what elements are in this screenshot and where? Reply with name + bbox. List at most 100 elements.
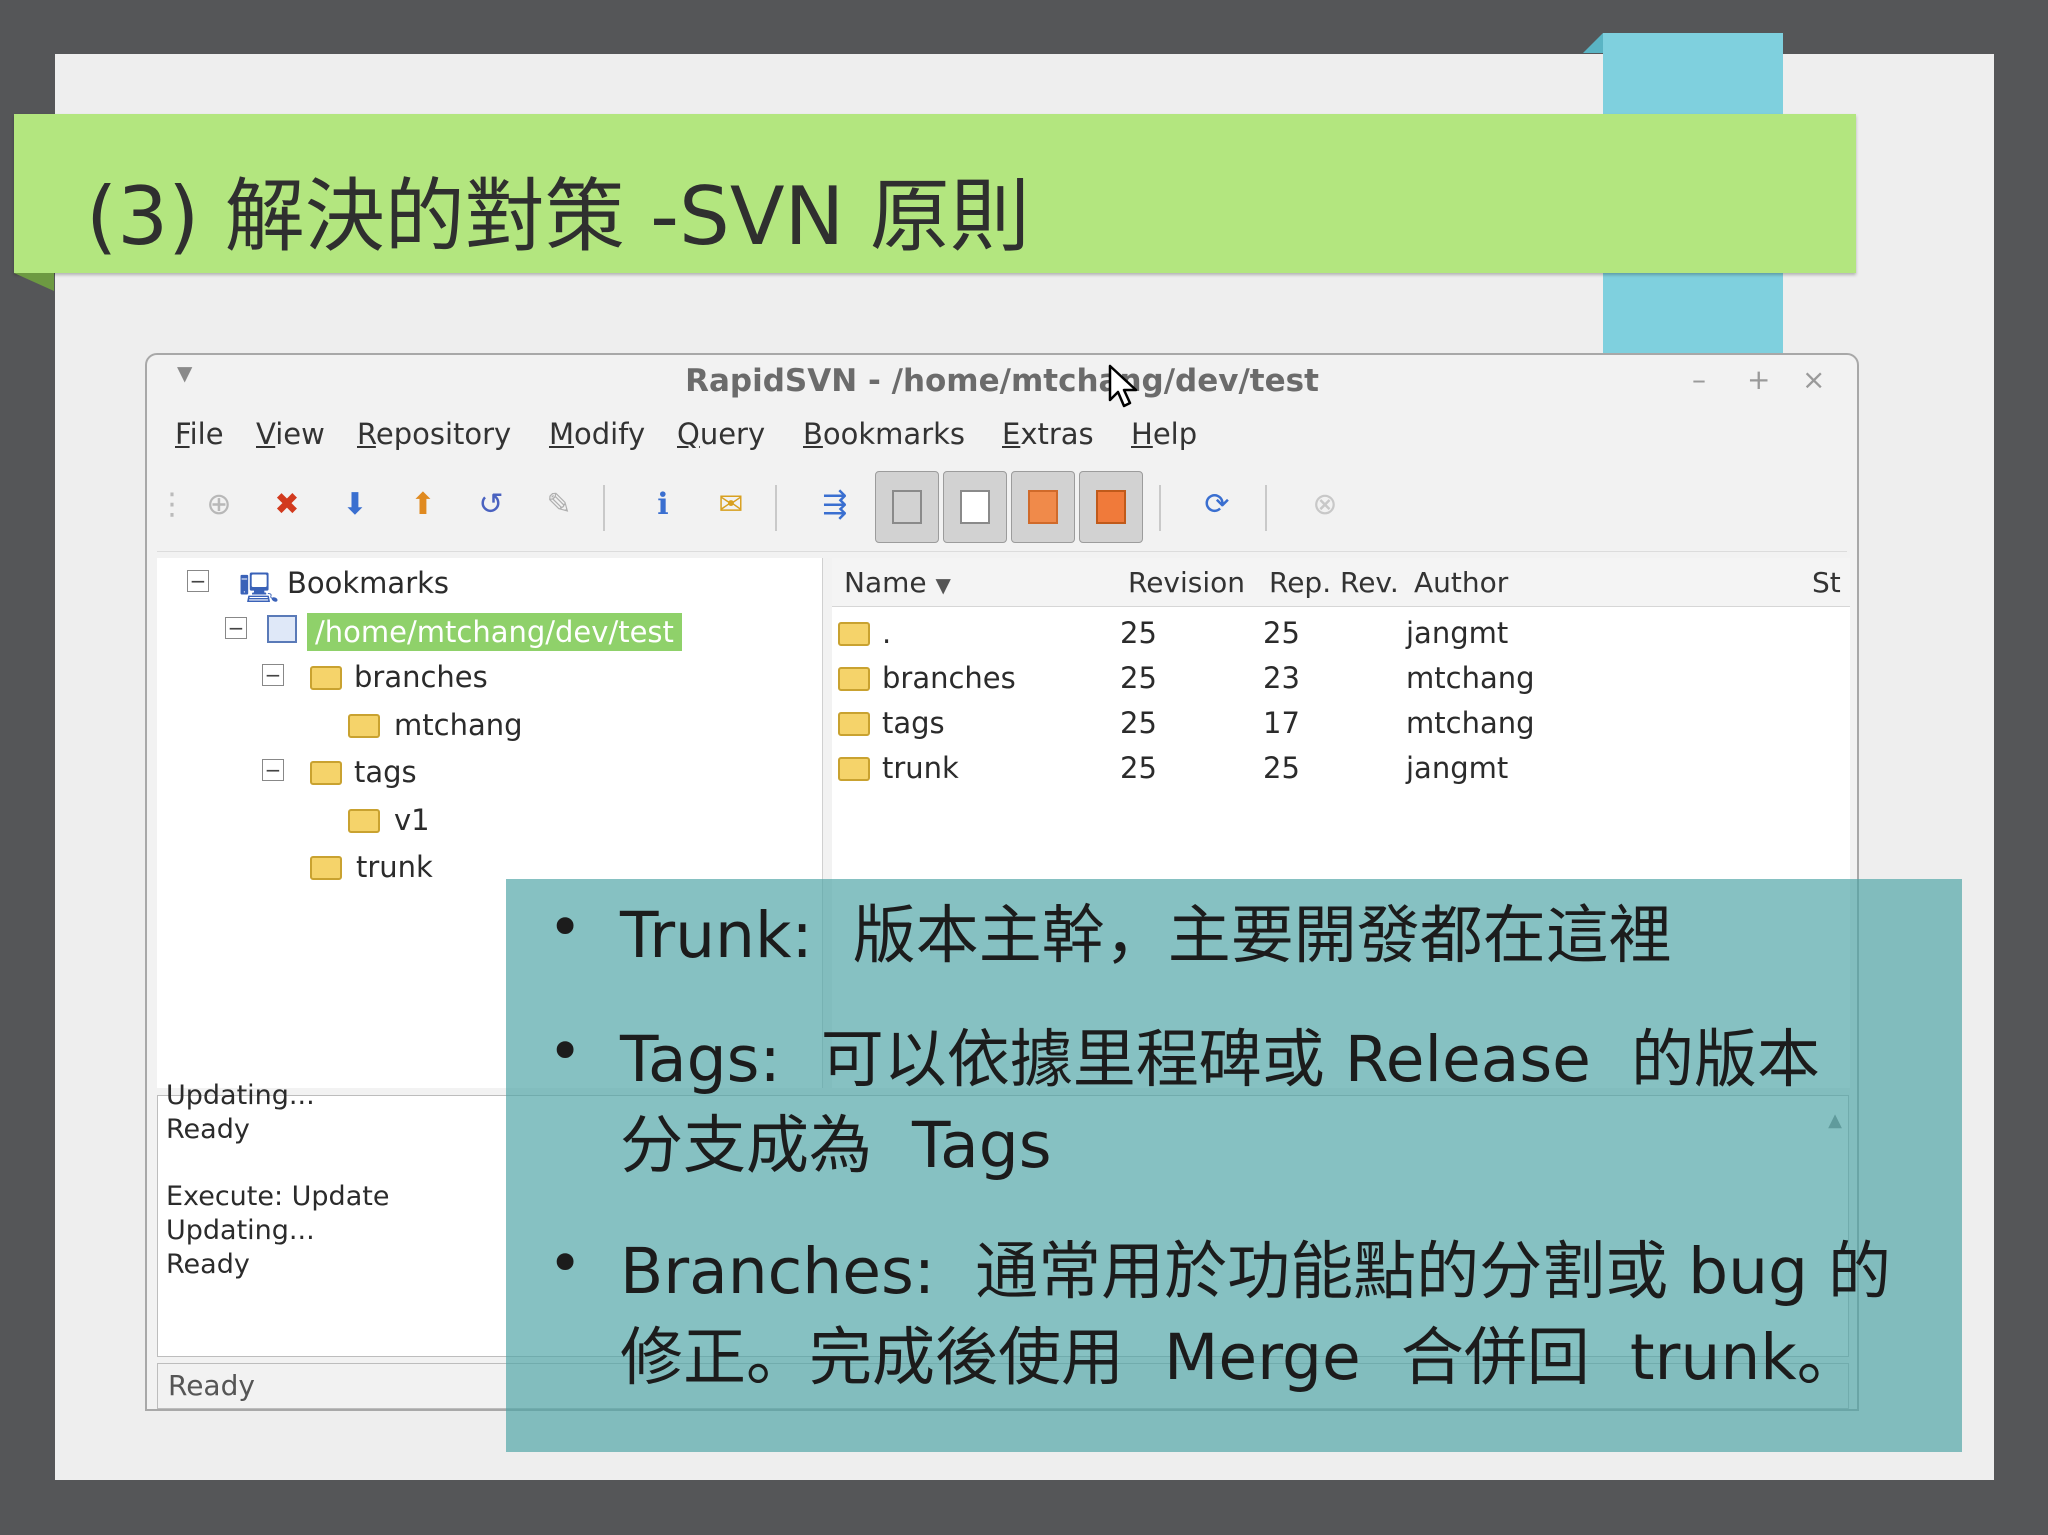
bullet-text: Trunk: 版本主幹，主要開發都在這裡 [620, 893, 1672, 979]
list-row-branches[interactable]: branches 25 23 mtchang [832, 657, 1850, 702]
log-line: Ready [166, 1114, 250, 1145]
log-line: Updating... [166, 1215, 315, 1246]
menu-view-label: iew [275, 417, 325, 451]
cell-name: trunk [882, 751, 959, 785]
show-unversioned-button[interactable] [875, 471, 939, 543]
toolbar-separator [1159, 485, 1161, 531]
menu-query-mnemonic: Q [677, 417, 700, 451]
toolbar-separator [603, 485, 605, 531]
open-folder-icon [310, 666, 342, 690]
tree-label-branches: branches [354, 660, 488, 694]
close-icon[interactable]: × [1802, 363, 1825, 396]
menu-help-label: elp [1152, 417, 1198, 451]
cell-rep-rev: 17 [1263, 706, 1300, 740]
open-folder-icon [310, 761, 342, 785]
commit-icon[interactable]: ⬆ [403, 485, 443, 525]
folder-icon [838, 712, 870, 736]
delete-icon[interactable]: ✖ [267, 485, 307, 525]
list-row-trunk[interactable]: trunk 25 25 jangmt [832, 747, 1850, 792]
cell-author: jangmt [1406, 751, 1509, 785]
collapse-icon[interactable]: − [225, 617, 247, 639]
folder-icon [838, 622, 870, 646]
menu-bookmarks[interactable]: Bookmarks [803, 417, 965, 451]
collapse-icon[interactable]: − [262, 759, 284, 781]
window-titlebar[interactable]: ▼ RapidSVN - /home/mtchang/dev/test – + … [147, 355, 1857, 405]
show-unmodified-button[interactable] [943, 471, 1007, 543]
status-text: Ready [168, 1369, 255, 1402]
show-modified-button[interactable] [1011, 471, 1075, 543]
log-icon[interactable]: ✉ [711, 485, 751, 525]
log-line: Updating... [166, 1080, 315, 1111]
add-icon[interactable]: ⊕ [199, 485, 239, 525]
modified-doc-icon [1028, 490, 1058, 524]
tree-label-mtchang: mtchang [394, 708, 523, 742]
unversioned-doc-icon [892, 490, 922, 524]
menu-repository[interactable]: Repository [357, 417, 511, 451]
folder-icon [348, 714, 380, 738]
menu-file-mnemonic: F [175, 417, 190, 451]
collapse-icon[interactable]: − [187, 570, 209, 592]
bullet-dot: • [548, 1017, 583, 1085]
menu-help-mnemonic: H [1131, 417, 1153, 451]
column-revision[interactable]: Revision [1128, 566, 1245, 599]
log-line: Ready [166, 1249, 250, 1280]
folder-icon [310, 856, 342, 880]
tree-label-working-copy: /home/mtchang/dev/test [307, 613, 682, 651]
bullet-overlay: • Trunk: 版本主幹，主要開發都在這裡 • Tags: 可以依據里程碑或 … [506, 879, 1962, 1452]
bullet-text: Branches: 通常用於功能點的分割或 bug 的 修正。完成後使用 Mer… [620, 1229, 1891, 1401]
menu-help[interactable]: Help [1131, 417, 1197, 451]
stop-icon[interactable]: ⊗ [1305, 485, 1345, 525]
folder-icon [838, 757, 870, 781]
menu-repository-label: epository [375, 417, 512, 451]
toolbar: ⋮ ⊕ ✖ ⬇ ⬆ ↺ ✎ ℹ ✉ ⇶ ⟳ ⊗ [157, 463, 1847, 552]
toolbar-grip-icon[interactable]: ⋮ [157, 485, 187, 525]
list-header: Name ▼ Revision Rep. Rev. Author St [832, 558, 1850, 607]
refresh-icon[interactable]: ⟳ [1197, 485, 1237, 525]
tree-label-bookmarks: Bookmarks [287, 566, 450, 600]
update-icon[interactable]: ⬇ [335, 485, 375, 525]
list-row-tags[interactable]: tags 25 17 mtchang [832, 702, 1850, 747]
menu-bookmarks-mnemonic: B [803, 417, 823, 451]
revert-icon[interactable]: ↺ [471, 485, 511, 525]
menu-repository-mnemonic: R [357, 417, 376, 451]
show-conflicted-button[interactable] [1079, 471, 1143, 543]
cell-rep-rev: 25 [1263, 616, 1300, 650]
column-status[interactable]: St [1812, 566, 1841, 599]
cell-name: branches [882, 661, 1016, 695]
column-name[interactable]: Name ▼ [844, 566, 951, 599]
menu-extras[interactable]: Extras [1002, 417, 1094, 451]
accent-shade [1583, 33, 1603, 53]
sort-descending-icon: ▼ [935, 573, 951, 597]
log-line: Execute: Update [166, 1181, 390, 1212]
cell-rep-rev: 23 [1263, 661, 1300, 695]
column-name-label: Name [844, 566, 927, 599]
tree-label-tags: tags [354, 755, 417, 789]
mouse-pointer-icon [1108, 364, 1138, 408]
collapse-icon[interactable]: − [262, 664, 284, 686]
info-icon[interactable]: ℹ [643, 485, 683, 525]
bullet-line: Branches: 通常用於功能點的分割或 bug 的 [620, 1235, 1892, 1308]
column-rep-rev[interactable]: Rep. Rev. [1269, 566, 1399, 599]
bullet-line: Tags: 可以依據里程碑或 Release 的版本 [620, 1023, 1820, 1096]
menu-bookmarks-label: ookmarks [822, 417, 966, 451]
computer-icon: 🖳 [239, 571, 280, 606]
cell-name: . [882, 616, 892, 650]
column-author[interactable]: Author [1414, 566, 1508, 599]
cell-revision: 25 [1120, 616, 1157, 650]
columns-icon[interactable]: ⇶ [815, 485, 855, 525]
bullet-dot: • [548, 1229, 583, 1297]
list-row-dot[interactable]: . 25 25 jangmt [832, 612, 1850, 657]
maximize-icon[interactable]: + [1747, 363, 1770, 396]
resolve-icon[interactable]: ✎ [539, 485, 579, 525]
menu-file[interactable]: File [175, 417, 224, 451]
tree-label-trunk: trunk [356, 850, 433, 884]
bullet-line: 修正。完成後使用 Merge 合併回 trunk。 [620, 1321, 1860, 1394]
minimize-icon[interactable]: – [1692, 363, 1706, 396]
cell-author: mtchang [1406, 706, 1535, 740]
menu-modify[interactable]: Modify [549, 417, 645, 451]
working-copy-icon [267, 615, 297, 643]
menu-query[interactable]: Query [677, 417, 765, 451]
menu-view[interactable]: View [256, 417, 325, 451]
tree-label-v1: v1 [394, 803, 430, 837]
cell-name: tags [882, 706, 945, 740]
